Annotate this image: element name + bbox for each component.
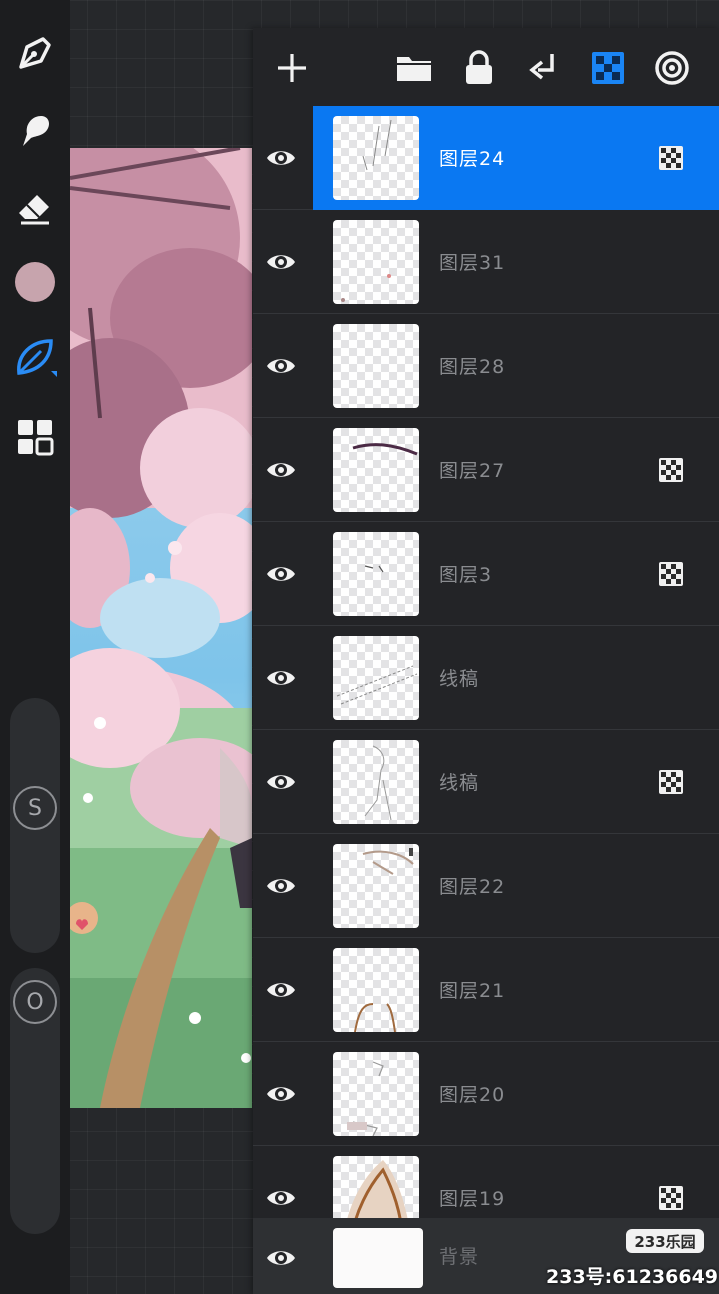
eraser-icon[interactable] (12, 184, 58, 230)
settings-icon[interactable] (650, 46, 694, 90)
merge-down-icon[interactable] (521, 46, 565, 90)
alpha-lock-badge-icon (659, 146, 683, 170)
visibility-eye-icon[interactable] (263, 660, 299, 696)
visibility-eye-icon[interactable] (263, 452, 299, 488)
visibility-eye-icon[interactable] (263, 868, 299, 904)
layer-thumbnail (333, 324, 419, 408)
layer-thumbnail (333, 844, 419, 928)
layer-name: 图层20 (439, 1084, 506, 1106)
layer-thumbnail (333, 636, 419, 720)
leaf-brush-icon[interactable] (12, 334, 58, 380)
layer-name: 图层31 (439, 252, 506, 274)
visibility-eye-icon[interactable] (263, 556, 299, 592)
layer-name: 线稿 (439, 772, 480, 794)
layer-row[interactable]: 图层24 (253, 106, 719, 210)
layer-thumbnail (333, 532, 419, 616)
layer-row[interactable]: 图层3 (253, 522, 719, 626)
layer-thumbnail (333, 116, 419, 200)
paint-brush-icon[interactable] (12, 30, 58, 76)
layer-row[interactable]: 图层22 (253, 834, 719, 938)
visibility-eye-icon[interactable] (263, 972, 299, 1008)
color-swatch[interactable] (15, 262, 55, 302)
layer-name: 图层3 (439, 564, 493, 586)
gallery-icon[interactable] (12, 414, 58, 460)
visibility-eye-icon[interactable] (263, 140, 299, 176)
visibility-eye-icon[interactable] (263, 1180, 299, 1216)
smudge-icon[interactable] (12, 107, 58, 153)
layer-row[interactable]: 图层28 (253, 314, 719, 418)
layer-thumbnail (333, 948, 419, 1032)
alpha-lock-badge-icon (659, 1186, 683, 1210)
alpha-lock-badge-icon (659, 770, 683, 794)
layer-thumbnail (333, 220, 419, 304)
alpha-lock-badge-icon (659, 562, 683, 586)
watermark-id-text: 233号:61236649 (546, 1266, 719, 1288)
layer-name: 图层27 (439, 460, 506, 482)
lock-icon[interactable] (457, 46, 501, 90)
layer-thumbnail (333, 1052, 419, 1136)
add-layer-icon[interactable] (270, 46, 314, 90)
background-layer-name: 背景 (439, 1246, 480, 1268)
visibility-eye-icon[interactable] (263, 1076, 299, 1112)
layer-row[interactable]: 图层27 (253, 418, 719, 522)
alpha-lock-icon[interactable] (586, 46, 630, 90)
layer-row[interactable]: 图层21 (253, 938, 719, 1042)
brush-opacity-knob[interactable]: O (13, 980, 57, 1024)
layer-row[interactable]: 线稿 (253, 626, 719, 730)
folder-icon[interactable] (392, 46, 436, 90)
left-toolbar: S O (0, 0, 70, 1294)
layer-row[interactable]: 图层31 (253, 210, 719, 314)
layer-thumbnail (333, 740, 419, 824)
artwork-image (70, 148, 252, 1108)
visibility-eye-icon[interactable] (263, 1240, 299, 1276)
visibility-eye-icon[interactable] (263, 764, 299, 800)
layer-name: 图层22 (439, 876, 506, 898)
layer-name: 线稿 (439, 668, 480, 690)
background-thumbnail (333, 1228, 423, 1288)
alpha-lock-badge-icon (659, 458, 683, 482)
canvas-artwork[interactable] (70, 148, 252, 1108)
layer-name: 图层21 (439, 980, 506, 1002)
visibility-eye-icon[interactable] (263, 244, 299, 280)
layers-toolbar (253, 28, 719, 106)
brush-size-knob[interactable]: S (13, 786, 57, 830)
layer-thumbnail (333, 428, 419, 512)
layer-name: 图层24 (439, 148, 506, 170)
layer-name: 图层19 (439, 1188, 506, 1210)
watermark-logo: 233乐园 (626, 1229, 704, 1253)
layer-name: 图层28 (439, 356, 506, 378)
layer-row[interactable]: 图层20 (253, 1042, 719, 1146)
layer-row[interactable]: 线稿 (253, 730, 719, 834)
visibility-eye-icon[interactable] (263, 348, 299, 384)
layers-panel: 图层24 图层31 图层28 图层27 图层3 线稿 线稿 图层22 图层21 图层20 图层19 … (253, 28, 719, 1294)
